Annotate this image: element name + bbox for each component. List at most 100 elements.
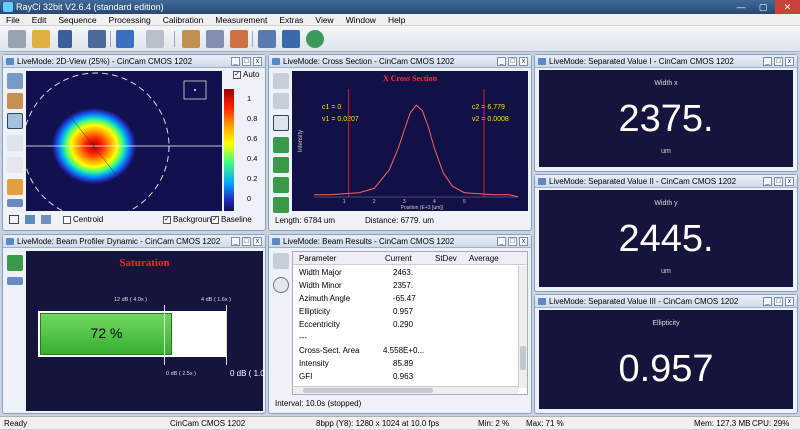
header-average: Average xyxy=(469,254,499,263)
expand-icon[interactable] xyxy=(7,277,23,285)
length-readout: Length: 6784 um xyxy=(275,216,336,225)
menu-extras[interactable]: Extras xyxy=(273,14,309,25)
status-format: 8bpp (Y8): 1280 x 1024 at 10.0 fps xyxy=(316,419,440,428)
expand-icon[interactable] xyxy=(7,199,23,207)
table-row[interactable]: Width Major 2463. xyxy=(293,266,527,279)
settings-icon[interactable] xyxy=(182,30,200,48)
eye-icon[interactable] xyxy=(273,277,289,293)
camera-icon[interactable] xyxy=(8,30,26,48)
panel-close-button[interactable]: x xyxy=(253,237,262,246)
panel-minimize-button[interactable]: _ xyxy=(763,57,772,66)
panel-close-button[interactable]: x xyxy=(253,57,262,66)
menu-file[interactable]: File xyxy=(0,14,26,25)
menu-calibration[interactable]: Calibration xyxy=(157,14,210,25)
table-row[interactable]: Azimuth Angle -65.47 xyxy=(293,292,527,305)
y-profile-icon[interactable] xyxy=(273,157,289,173)
table-row[interactable]: Eccentricity 0.290 xyxy=(293,318,527,331)
background-checkbox[interactable]: ✓ Background xyxy=(163,215,216,224)
undo-icon[interactable] xyxy=(116,30,134,48)
scrollbar-thumb[interactable] xyxy=(520,346,526,370)
report-icon[interactable] xyxy=(206,30,224,48)
menu-measurement[interactable]: Measurement xyxy=(209,14,273,25)
maximize-button[interactable]: ▢ xyxy=(752,0,774,14)
menu-sequence[interactable]: Sequence xyxy=(52,14,102,25)
table-row[interactable]: Cross-Sect. Area 4.558E+0... xyxy=(293,344,527,357)
interval-status: Interval: 10.0s (stopped) xyxy=(275,399,362,408)
save-icon[interactable] xyxy=(273,253,289,269)
beam-image[interactable] xyxy=(26,71,222,211)
panel-minimize-button[interactable]: _ xyxy=(231,57,240,66)
diag-profile-icon[interactable] xyxy=(273,177,289,193)
panel-minimize-button[interactable]: _ xyxy=(497,237,506,246)
tools-icon[interactable] xyxy=(230,30,248,48)
magnifier-icon[interactable] xyxy=(7,157,23,173)
table-row[interactable]: Width Minor 2357. xyxy=(293,279,527,292)
snapshot-icon[interactable] xyxy=(88,30,106,48)
save-icon[interactable] xyxy=(58,30,72,48)
horizontal-scrollbar[interactable] xyxy=(293,386,518,394)
panel-close-button[interactable]: x xyxy=(785,57,794,66)
status-min: Min: 2 % xyxy=(478,419,510,428)
x-tick-label: 2 xyxy=(373,199,376,205)
panel-2d-view: LiveMode: 2D-View (25%) - CinCam CMOS 12… xyxy=(2,54,266,231)
table-row[interactable]: --- xyxy=(293,331,527,344)
copy-icon[interactable] xyxy=(273,93,289,109)
3d-view-icon[interactable] xyxy=(7,179,23,195)
panel-maximize-button[interactable]: □ xyxy=(774,177,783,186)
redo-icon[interactable] xyxy=(146,30,164,48)
panel-close-button[interactable]: x xyxy=(519,237,528,246)
table-row[interactable]: GFI 0.963 xyxy=(293,370,527,383)
panel-maximize-button[interactable]: □ xyxy=(508,237,517,246)
save-icon[interactable] xyxy=(273,73,289,89)
panel-separated-value-2: LiveMode: Separated Value II - CinCam CM… xyxy=(534,174,798,292)
panel-close-button[interactable]: x xyxy=(785,297,794,306)
x-tick-label: 5 xyxy=(463,199,466,205)
x-profile-icon[interactable] xyxy=(273,137,289,153)
scrollbar-thumb[interactable] xyxy=(303,388,433,393)
menu-view[interactable]: View xyxy=(309,14,339,25)
panel-maximize-button[interactable]: □ xyxy=(508,57,517,66)
cross-section-chart[interactable]: X Cross Section c1 = 0 v1 = 0.0207 c2 = … xyxy=(292,71,528,211)
zoom-fit-icon[interactable] xyxy=(7,93,23,109)
value-display: Ellipticity 0.957 xyxy=(539,310,793,409)
table-row[interactable]: Ellipticity 0.957 xyxy=(293,305,527,318)
panel-minimize-button[interactable]: _ xyxy=(763,177,772,186)
dynamic-settings-icon[interactable] xyxy=(7,255,23,271)
table-row[interactable]: Intensity 85.89 xyxy=(293,357,527,370)
panel-close-button[interactable]: x xyxy=(785,177,794,186)
baseline-checkbox[interactable]: ✓ Baseline xyxy=(211,215,252,224)
cascade-icon[interactable] xyxy=(282,30,300,48)
menu-help[interactable]: Help xyxy=(382,14,411,25)
profile-tool-icon[interactable] xyxy=(41,215,51,224)
c1-label: c1 = 0 xyxy=(322,104,341,111)
panel-minimize-button[interactable]: _ xyxy=(763,297,772,306)
menu-window[interactable]: Window xyxy=(340,14,382,25)
dynamic-display: Saturation 12 dB ( 4.0x ) 4 dB ( 1.6x ) … xyxy=(26,251,265,411)
panel-minimize-button[interactable]: _ xyxy=(231,237,240,246)
image-tool-icon[interactable] xyxy=(25,215,35,224)
window-layout-icon[interactable] xyxy=(258,30,276,48)
panel-maximize-button[interactable]: □ xyxy=(242,237,251,246)
minimize-button[interactable]: — xyxy=(730,0,752,14)
panel-maximize-button[interactable]: □ xyxy=(242,57,251,66)
rect-tool-icon[interactable] xyxy=(9,215,19,224)
centroid-checkbox[interactable]: Centroid xyxy=(63,215,103,224)
move-cursor-icon[interactable] xyxy=(273,115,289,131)
close-button[interactable]: ✕ xyxy=(775,0,800,14)
move-cursor-icon[interactable] xyxy=(7,135,23,151)
auto-checkbox[interactable]: ✓ Auto xyxy=(233,70,259,79)
crosshair-icon[interactable] xyxy=(7,113,23,129)
panel-minimize-button[interactable]: _ xyxy=(497,57,506,66)
status-camera: CinCam CMOS 1202 xyxy=(170,419,246,428)
panel-maximize-button[interactable]: □ xyxy=(774,57,783,66)
open-folder-icon[interactable] xyxy=(32,30,50,48)
menu-edit[interactable]: Edit xyxy=(26,14,53,25)
radial-profile-icon[interactable] xyxy=(273,197,289,213)
status-max: Max: 71 % xyxy=(526,419,564,428)
menu-processing[interactable]: Processing xyxy=(103,14,157,25)
globe-icon[interactable] xyxy=(306,30,324,48)
panel-close-button[interactable]: x xyxy=(519,57,528,66)
vertical-scrollbar[interactable] xyxy=(518,266,527,388)
panel-maximize-button[interactable]: □ xyxy=(774,297,783,306)
palette-icon[interactable] xyxy=(7,73,23,89)
